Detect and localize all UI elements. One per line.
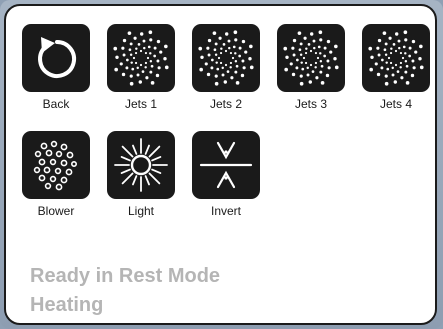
- jets-1-label: Jets 1: [124, 97, 157, 111]
- blower-bubbles-icon: [22, 131, 90, 199]
- jets-4-button[interactable]: Jets 4: [360, 24, 432, 111]
- back-arrow-icon: [22, 24, 90, 92]
- jets-swirl-icon: [362, 24, 430, 92]
- status-line-rest-mode: Ready in Rest Mode: [30, 265, 221, 287]
- light-button[interactable]: Light: [105, 131, 177, 218]
- jets-3-button[interactable]: Jets 3: [275, 24, 347, 111]
- jets-4-label: Jets 4: [379, 97, 412, 111]
- blower-label: Blower: [37, 204, 75, 218]
- light-sun-icon: [107, 131, 175, 199]
- light-label: Light: [127, 204, 155, 218]
- jets-3-label: Jets 3: [294, 97, 327, 111]
- jets-1-button[interactable]: Jets 1: [105, 24, 177, 111]
- back-label: Back: [42, 97, 70, 111]
- blower-button[interactable]: Blower: [20, 131, 92, 218]
- jets-swirl-icon: [192, 24, 260, 92]
- control-panel: Back Jets 1 Jets 2 Jets 3 Jets 4 Blower …: [4, 4, 437, 325]
- jets-2-label: Jets 2: [209, 97, 242, 111]
- jets-swirl-icon: [277, 24, 345, 92]
- invert-icon: [192, 131, 260, 199]
- invert-button[interactable]: Invert: [190, 131, 262, 218]
- device-frame: Back Jets 1 Jets 2 Jets 3 Jets 4 Blower …: [0, 0, 443, 329]
- invert-label: Invert: [210, 204, 241, 218]
- status-line-heating: Heating: [30, 294, 104, 316]
- back-button[interactable]: Back: [20, 24, 92, 111]
- jets-swirl-icon: [107, 24, 175, 92]
- jets-2-button[interactable]: Jets 2: [190, 24, 262, 111]
